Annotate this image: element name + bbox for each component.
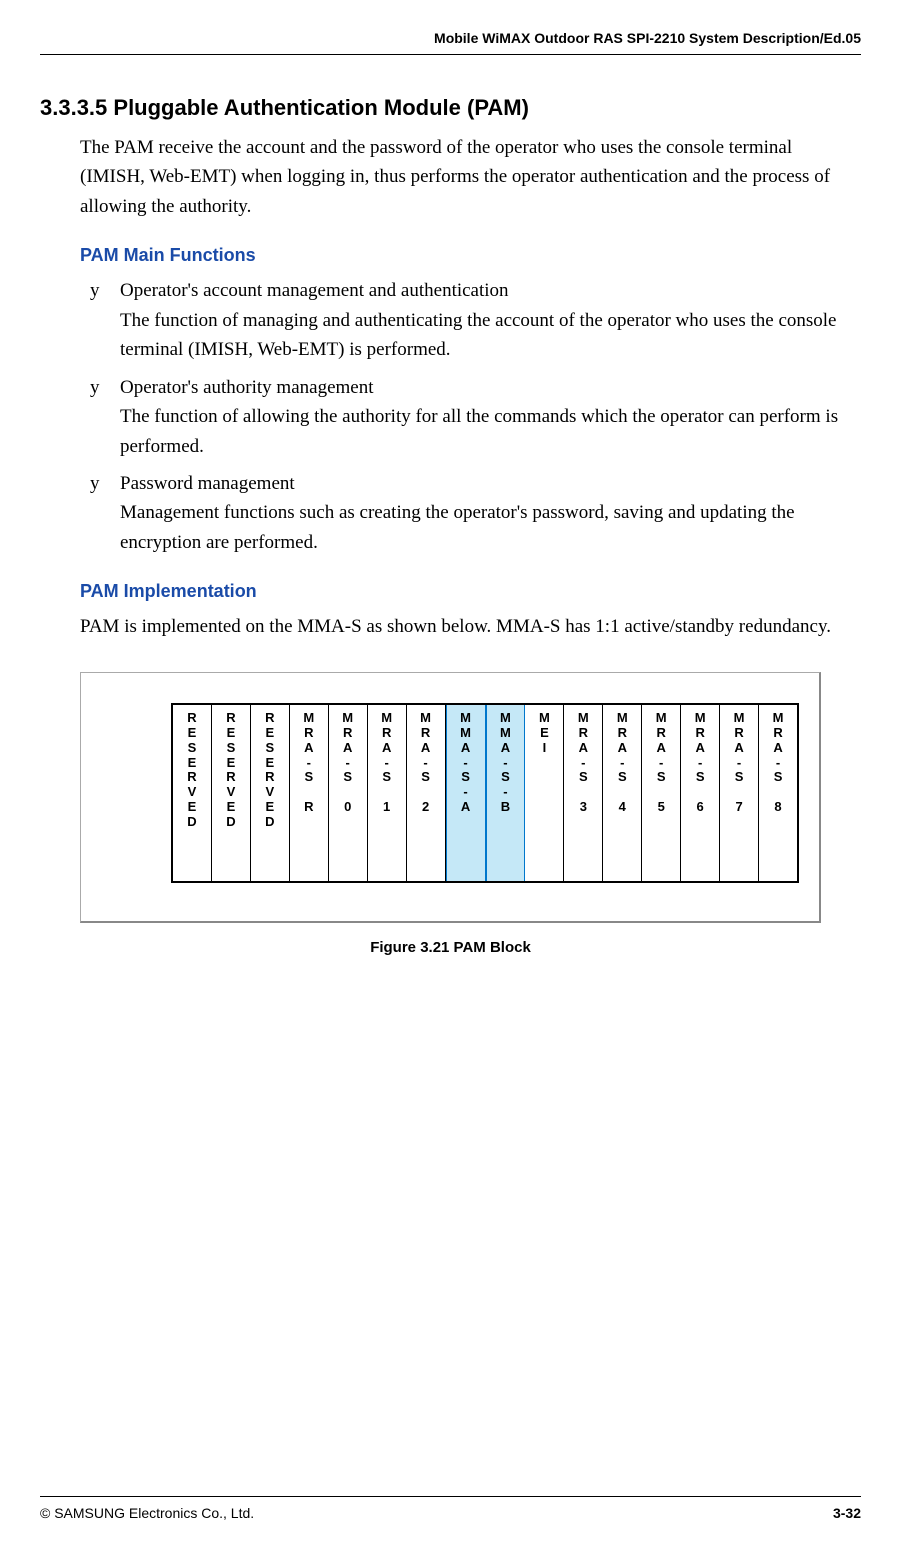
bullet-item: Operator's account management and authen… xyxy=(90,276,861,364)
slot-mra-s-4: MRA-S 4 xyxy=(603,705,642,881)
page-footer: © SAMSUNG Electronics Co., Ltd. 3-32 xyxy=(40,1496,861,1521)
figure-caption: Figure 3.21 PAM Block xyxy=(40,939,861,956)
footer-copyright: © SAMSUNG Electronics Co., Ltd. xyxy=(40,1505,254,1521)
bullet-desc: Management functions such as creating th… xyxy=(120,498,861,557)
slot-mra-s-1: MRA-S 1 xyxy=(368,705,407,881)
slot-mra-s-6: MRA-S 6 xyxy=(681,705,720,881)
section-heading: 3.3.3.5 Pluggable Authentication Module … xyxy=(40,95,861,121)
slot-reserved: RESERVED xyxy=(173,705,212,881)
bullet-item: Password management Management functions… xyxy=(90,469,861,557)
pam-impl-text: PAM is implemented on the MMA-S as shown… xyxy=(80,612,861,641)
slot-reserved: RESERVED xyxy=(212,705,251,881)
bullet-title: Operator's account management and authen… xyxy=(120,280,509,301)
pam-impl-heading: PAM Implementation xyxy=(80,581,861,602)
slot-row: RESERVED RESERVED RESERVED MRA-S R MRA-S… xyxy=(171,703,799,883)
bullet-title: Password management xyxy=(120,473,295,494)
header-title: Mobile WiMAX Outdoor RAS SPI-2210 System… xyxy=(434,30,861,46)
bullet-item: Operator's authority management The func… xyxy=(90,373,861,461)
bullet-title: Operator's authority management xyxy=(120,377,374,398)
slot-mra-s-r: MRA-S R xyxy=(290,705,329,881)
bullet-desc: The function of allowing the authority f… xyxy=(120,402,861,461)
slot-mra-s-5: MRA-S 5 xyxy=(642,705,681,881)
slot-mra-s-7: MRA-S 7 xyxy=(720,705,759,881)
slot-reserved: RESERVED xyxy=(251,705,290,881)
pam-main-heading: PAM Main Functions xyxy=(80,245,861,266)
slot-mma-s-a: MMA-S-A xyxy=(446,705,486,881)
section-intro: The PAM receive the account and the pass… xyxy=(80,133,861,221)
footer-page-number: 3-32 xyxy=(833,1505,861,1521)
slot-mra-s-3: MRA-S 3 xyxy=(564,705,603,881)
slot-mra-s-8: MRA-S 8 xyxy=(759,705,797,881)
pam-block-diagram: RESERVED RESERVED RESERVED MRA-S R MRA-S… xyxy=(80,672,821,923)
slot-mra-s-2: MRA-S 2 xyxy=(407,705,446,881)
slot-mra-s-0: MRA-S 0 xyxy=(329,705,368,881)
page-header: Mobile WiMAX Outdoor RAS SPI-2210 System… xyxy=(40,30,861,55)
slot-mei: MEI xyxy=(525,705,564,881)
slot-mma-s-b: MMA-S-B xyxy=(486,705,526,881)
pam-main-bullets: Operator's account management and authen… xyxy=(90,276,861,557)
bullet-desc: The function of managing and authenticat… xyxy=(120,306,861,365)
